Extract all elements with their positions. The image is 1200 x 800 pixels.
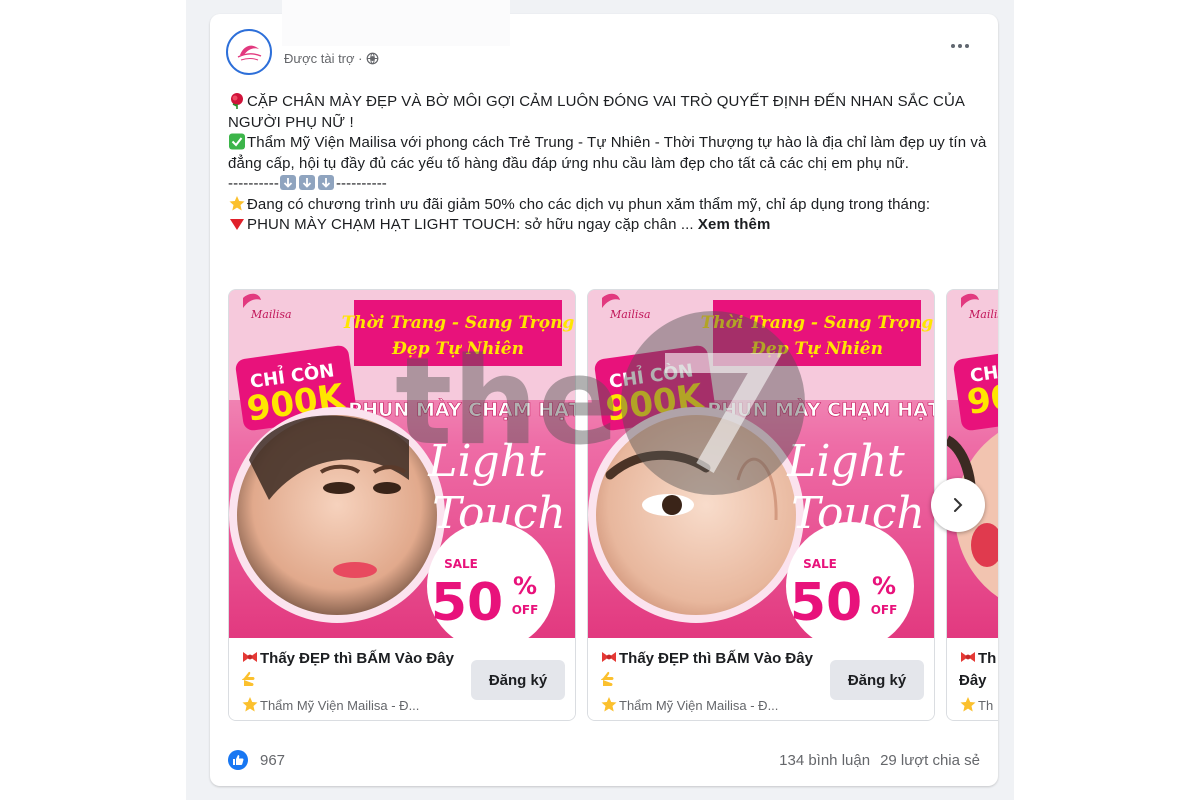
card-image[interactable]: Mailisa Thời Trang - Sang Trọng Đẹp Tự N… bbox=[229, 290, 575, 638]
engagement-counts: 134 bình luận 29 lượt chia sẻ bbox=[779, 752, 980, 769]
sale-off: OFF bbox=[871, 603, 898, 617]
card-footer: Thấy ĐẸP thì BẤM Vào Đây Thẩm Mỹ Viện Ma… bbox=[229, 638, 575, 720]
logo-text: Mailisa bbox=[609, 308, 651, 321]
dot-icon bbox=[965, 44, 969, 48]
globe-icon[interactable] bbox=[366, 52, 379, 65]
banner-line-2: Đẹp Tự Nhiên bbox=[391, 339, 524, 359]
ad-carousel: Mailisa Thời Trang - Sang Trọng Đẹp Tự N… bbox=[228, 289, 998, 721]
card-title[interactable]: Th Đây bbox=[959, 648, 998, 692]
eye-iris bbox=[662, 495, 682, 515]
ad-creative: Mailisa CH 90 bbox=[947, 290, 998, 598]
banner-line-2: Đẹp Tự Nhiên bbox=[750, 339, 883, 359]
eye-right bbox=[373, 482, 401, 494]
star-icon bbox=[601, 697, 617, 712]
sale-value: 50 bbox=[790, 573, 862, 633]
ribbon-icon bbox=[961, 652, 975, 662]
banner-line-1: Thời Trang - Sang Trọng bbox=[342, 313, 575, 333]
comment-count[interactable]: 134 bình luận bbox=[779, 752, 870, 769]
ribbon-icon bbox=[243, 652, 257, 662]
chevron-right-icon bbox=[954, 498, 963, 512]
signup-button[interactable]: Đăng ký bbox=[830, 660, 924, 700]
check-icon bbox=[229, 133, 245, 150]
post-line-1: CẶP CHÂN MÀY ĐẸP VÀ BỜ MÔI GỢI CẢM LUÔN … bbox=[228, 93, 965, 131]
red-triangle-icon bbox=[230, 219, 244, 230]
card-subtitle: Thẩm Mỹ Viện Mailisa - Đ... bbox=[600, 696, 820, 713]
signup-button[interactable]: Đăng ký bbox=[471, 660, 565, 700]
post-stats: 967 134 bình luận 29 lượt chia sẻ bbox=[228, 748, 980, 772]
lips bbox=[333, 562, 377, 578]
sale-value: 50 bbox=[431, 573, 503, 633]
dot-icon bbox=[958, 44, 962, 48]
share-count[interactable]: 29 lượt chia sẻ bbox=[880, 752, 980, 769]
carousel-card[interactable]: Mailisa Thời Trang - Sang Trọng Đẹp Tự N… bbox=[587, 289, 935, 721]
price-value: 90 bbox=[965, 377, 998, 423]
sponsored-label[interactable]: Được tài trợ · bbox=[284, 51, 362, 66]
carousel-card[interactable]: Mailisa Thời Trang - Sang Trọng Đẹp Tự N… bbox=[228, 289, 576, 721]
model-photo bbox=[596, 415, 796, 615]
card-title[interactable]: Thấy ĐẸP thì BẤM Vào Đây bbox=[600, 648, 820, 692]
like-count[interactable]: 967 bbox=[260, 752, 285, 769]
ad-creative: Mailisa Thời Trang - Sang Trọng Đẹp Tự N… bbox=[229, 290, 575, 638]
post-text: CẶP CHÂN MÀY ĐẸP VÀ BỜ MÔI GỢI CẢM LUÔN … bbox=[228, 92, 988, 236]
script-light: Light bbox=[427, 436, 546, 487]
rose-icon bbox=[231, 93, 243, 109]
down-arrow-icon bbox=[298, 175, 315, 190]
dot-icon bbox=[951, 44, 955, 48]
ad-creative: Mailisa Thời Trang - Sang Trọng Đẹp Tự N… bbox=[588, 290, 934, 638]
card-footer: Th Đây Th bbox=[947, 638, 998, 720]
card-footer: Thấy ĐẸP thì BẤM Vào Đây Thẩm Mỹ Viện Ma… bbox=[588, 638, 934, 720]
sale-off: OFF bbox=[512, 603, 539, 617]
star-icon bbox=[229, 195, 245, 210]
post-line-2: Thẩm Mỹ Viện Mailisa với phong cách Trẻ … bbox=[228, 133, 987, 172]
banner-line-1: Thời Trang - Sang Trọng bbox=[701, 313, 934, 333]
script-light: Light bbox=[786, 436, 905, 487]
more-options-button[interactable] bbox=[942, 34, 978, 58]
logo-text: Mailisa bbox=[968, 308, 998, 321]
card-subtitle: Thẩm Mỹ Viện Mailisa - Đ... bbox=[241, 696, 461, 713]
sale-percent: % bbox=[513, 572, 537, 600]
page-avatar[interactable] bbox=[226, 29, 272, 75]
post-meta: Được tài trợ · bbox=[284, 51, 379, 66]
ribbon-icon bbox=[602, 652, 616, 662]
down-arrow-icon bbox=[317, 175, 334, 190]
star-icon bbox=[242, 697, 258, 712]
logo-text: Mailisa bbox=[250, 308, 292, 321]
star-icon bbox=[960, 697, 976, 712]
pointing-hand-icon bbox=[242, 671, 255, 686]
redacted-page-name bbox=[282, 0, 510, 46]
sale-label: SALE bbox=[803, 557, 837, 571]
sale-percent: % bbox=[872, 572, 896, 600]
post-line-4: PHUN MÀY CHẠM HẠT LIGHT TOUCH: sở hữu ng… bbox=[228, 215, 988, 236]
pointing-hand-icon bbox=[601, 671, 614, 686]
post-line-3: Đang có chương trình ưu đãi giảm 50% cho… bbox=[228, 195, 988, 216]
down-arrow-icon bbox=[279, 175, 296, 190]
card-image[interactable]: Mailisa CH 90 bbox=[947, 290, 998, 638]
post-divider: ---------- ---------- bbox=[228, 175, 387, 192]
eye-left bbox=[323, 482, 355, 494]
card-subtitle: Th bbox=[959, 696, 998, 713]
mailisa-logo-icon bbox=[237, 45, 262, 61]
sponsored-post: Được tài trợ · CẶP CHÂN MÀY ĐẸP VÀ BỜ MÔ… bbox=[210, 14, 998, 786]
carousel-next-button[interactable] bbox=[931, 478, 985, 532]
see-more-link[interactable]: Xem thêm bbox=[698, 216, 771, 233]
sale-label: SALE bbox=[444, 557, 478, 571]
like-reaction-icon[interactable] bbox=[228, 750, 248, 770]
card-image[interactable]: Mailisa Thời Trang - Sang Trọng Đẹp Tự N… bbox=[588, 290, 934, 638]
card-title[interactable]: Thấy ĐẸP thì BẤM Vào Đây bbox=[241, 648, 461, 692]
